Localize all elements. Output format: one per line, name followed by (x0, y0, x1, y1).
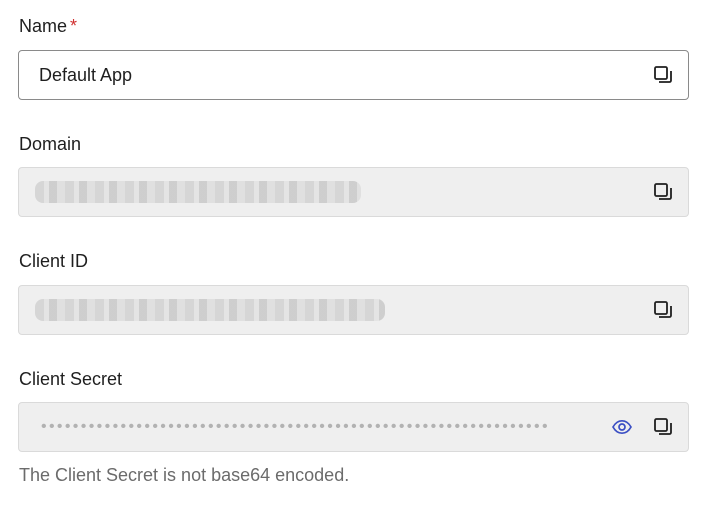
name-label-text: Name (19, 16, 68, 36)
copy-icon (654, 301, 672, 318)
required-marker: * (70, 16, 78, 36)
client-secret-label: Client Secret (19, 369, 123, 389)
domain-redacted-value (35, 181, 361, 203)
name-label: Name * (19, 15, 77, 37)
client-id-field[interactable] (18, 285, 689, 335)
client-id-label: Client ID (19, 251, 89, 271)
copy-domain-button[interactable] (652, 181, 674, 203)
copy-client-id-button[interactable] (652, 299, 674, 321)
client-secret-helper-text: The Client Secret is not base64 encoded. (19, 465, 350, 485)
domain-field[interactable] (18, 167, 689, 217)
copy-icon (654, 183, 672, 200)
copy-name-button[interactable] (652, 64, 674, 86)
client-id-redacted-value (35, 299, 385, 321)
application-settings-form: Name * Default App Domain Client ID Clie… (0, 0, 721, 516)
name-field[interactable]: Default App (18, 50, 689, 100)
client-secret-field[interactable]: ••••••••••••••••••••••••••••••••••••••••… (18, 402, 689, 452)
client-secret-masked-value: ••••••••••••••••••••••••••••••••••••••••… (41, 418, 550, 435)
domain-label: Domain (19, 134, 82, 154)
copy-client-secret-button[interactable] (652, 416, 674, 438)
copy-icon (654, 418, 672, 435)
reveal-secret-button[interactable] (611, 416, 633, 438)
copy-icon (654, 66, 672, 83)
name-input-value[interactable]: Default App (39, 51, 132, 99)
eye-icon (612, 419, 632, 435)
